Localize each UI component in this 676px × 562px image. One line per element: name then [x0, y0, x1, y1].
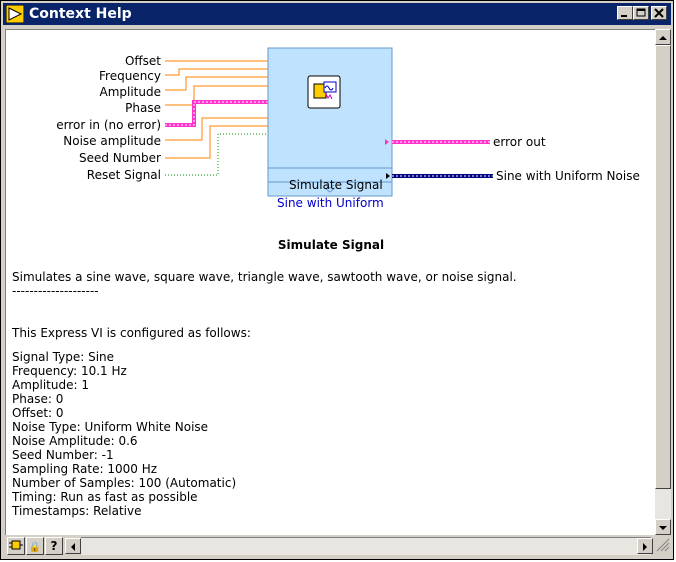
maximize-button[interactable]: [633, 6, 649, 20]
help-description: Simulates a sine wave, square wave, tria…: [12, 270, 517, 340]
vertical-scroll-thumb[interactable]: [655, 45, 671, 489]
config-line: Amplitude: 1: [12, 378, 89, 392]
input-label-phase: Phase: [125, 101, 161, 115]
minimize-button[interactable]: [617, 6, 633, 20]
separator-line: --------------------: [12, 284, 99, 298]
scroll-down-button[interactable]: [655, 519, 671, 535]
input-label-frequency: Frequency: [99, 69, 161, 83]
detailed-help-button[interactable]: ?: [45, 537, 63, 555]
scroll-right-button[interactable]: [637, 538, 653, 554]
close-icon: [654, 8, 664, 18]
vi-config-label: Sine with Uniform: [277, 196, 384, 210]
scroll-up-button[interactable]: [655, 29, 671, 45]
horizontal-scrollbar[interactable]: [81, 537, 651, 555]
input-label-amplitude: Amplitude: [99, 85, 162, 99]
arrow-down-icon: [659, 526, 667, 530]
arrow-left-icon: [71, 543, 75, 551]
minimize-icon: [621, 15, 627, 17]
terminals-icon: [9, 540, 23, 550]
input-label-seed-number: Seed Number: [78, 151, 161, 165]
input-label-reset-signal: Reset Signal: [86, 168, 161, 182]
config-line: Seed Number: -1: [12, 448, 114, 462]
scroll-left-button[interactable]: [65, 538, 81, 554]
arrow-right-icon: [643, 543, 647, 551]
input-label-offset: Offset: [124, 54, 161, 68]
vi-name-label: Simulate Signal: [289, 178, 383, 192]
config-line: Signal Type: Sine: [12, 350, 115, 364]
config-line: Number of Samples: 100 (Automatic): [12, 476, 237, 490]
output-label-error-out: error out: [493, 135, 546, 149]
context-help-window: Context Help Offset Frequency Amplitude …: [0, 0, 674, 560]
lock-icon: 🔒: [28, 542, 42, 553]
input-label-noise-amplitude: Noise amplitude: [63, 134, 161, 148]
help-title: Simulate Signal: [277, 238, 385, 252]
window-title: Context Help: [29, 6, 132, 22]
bottom-bar: 🔒 ?: [5, 537, 671, 557]
help-content-area: Offset Frequency Amplitude Phase error i…: [5, 29, 655, 535]
arrow-up-icon: [659, 36, 667, 40]
config-line: Noise Amplitude: 0.6: [12, 434, 138, 448]
config-line: Sampling Rate: 1000 Hz: [12, 462, 158, 476]
resize-grip-icon: [656, 538, 670, 552]
vertical-scrollbar[interactable]: [655, 29, 671, 535]
labview-app-icon: [5, 4, 25, 24]
config-line: Timestamps: Relative: [12, 504, 142, 518]
config-intro: This Express VI is configured as follows…: [12, 326, 251, 340]
config-line: Timing: Run as fast as possible: [12, 490, 198, 504]
maximize-icon: [636, 8, 646, 17]
config-line: Noise Type: Uniform White Noise: [12, 420, 209, 434]
config-line: Offset: 0: [12, 406, 64, 420]
resize-grip[interactable]: [655, 537, 671, 555]
config-line: Phase: 0: [12, 392, 64, 406]
question-mark-icon: ?: [50, 539, 58, 553]
show-optional-terminals-button[interactable]: [7, 537, 25, 555]
title-bar[interactable]: Context Help: [3, 3, 671, 25]
lock-button[interactable]: 🔒: [26, 537, 44, 555]
input-label-error-in: error in (no error): [56, 118, 161, 132]
config-list: Signal Type: Sine Frequency: 10.1 Hz Amp…: [12, 350, 236, 518]
close-button[interactable]: [651, 6, 667, 20]
config-line: Frequency: 10.1 Hz: [12, 364, 127, 378]
output-label-sine-with-uniform-noise: Sine with Uniform Noise: [496, 169, 640, 183]
